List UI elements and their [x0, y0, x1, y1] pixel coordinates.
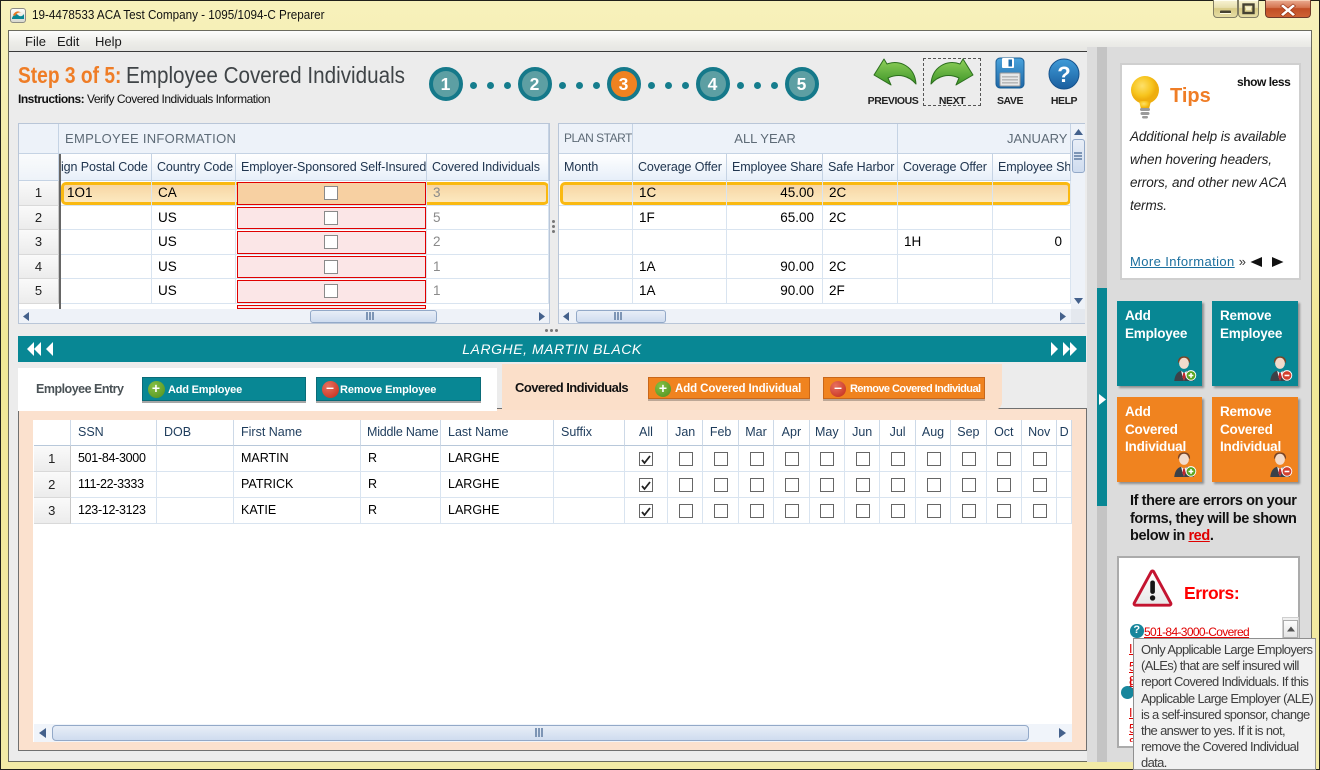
- svg-text:?: ?: [1057, 62, 1070, 87]
